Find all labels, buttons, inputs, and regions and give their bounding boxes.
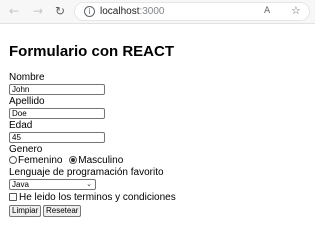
address-bar[interactable]: i localhost:3000 A ☆ — [74, 2, 310, 21]
terms-label[interactable]: He leido los terminos y condiciones — [19, 192, 176, 203]
femenino-label[interactable]: Femenino — [18, 155, 62, 166]
reset-button[interactable]: Resetear — [43, 205, 82, 217]
page-title: Formulario con REACT — [9, 43, 175, 60]
edad-label: Edad — [9, 120, 33, 131]
apellido-label: Apellido — [9, 96, 45, 107]
page-content: Formulario con REACT Nombre Apellido Eda… — [0, 24, 315, 222]
translate-icon[interactable]: A — [264, 5, 270, 18]
genero-radio-group: Femenino Masculino — [9, 155, 123, 167]
star-icon[interactable]: ☆ — [291, 4, 301, 18]
terms-row: He leido los terminos y condiciones — [9, 192, 176, 204]
chevron-down-icon: ⌄ — [86, 180, 92, 188]
url-text[interactable]: localhost:3000 — [100, 5, 165, 18]
info-icon[interactable]: i — [84, 6, 95, 17]
browser-toolbar: ← → ↻ i localhost:3000 A ☆ — [0, 0, 315, 24]
lenguaje-select[interactable]: Java ⌄ — [9, 179, 96, 190]
forward-arrow-icon[interactable]: → — [30, 3, 46, 19]
masculino-radio[interactable] — [69, 156, 78, 164]
nombre-input[interactable] — [9, 84, 105, 95]
reload-icon[interactable]: ↻ — [52, 3, 68, 19]
clear-button[interactable]: Limpiar — [9, 205, 42, 217]
apellido-input[interactable] — [9, 108, 105, 119]
lenguaje-selected-value: Java — [12, 180, 29, 189]
masculino-label[interactable]: Masculino — [78, 155, 123, 166]
url-host: localhost — [100, 6, 140, 17]
url-port: :3000 — [139, 6, 165, 17]
back-arrow-icon[interactable]: ← — [6, 3, 22, 19]
lenguaje-label: Lenguaje de programación favorito — [9, 167, 164, 178]
terms-checkbox[interactable] — [9, 193, 17, 201]
edad-input[interactable] — [9, 132, 105, 143]
nombre-label: Nombre — [9, 72, 45, 83]
femenino-radio[interactable] — [9, 156, 17, 164]
